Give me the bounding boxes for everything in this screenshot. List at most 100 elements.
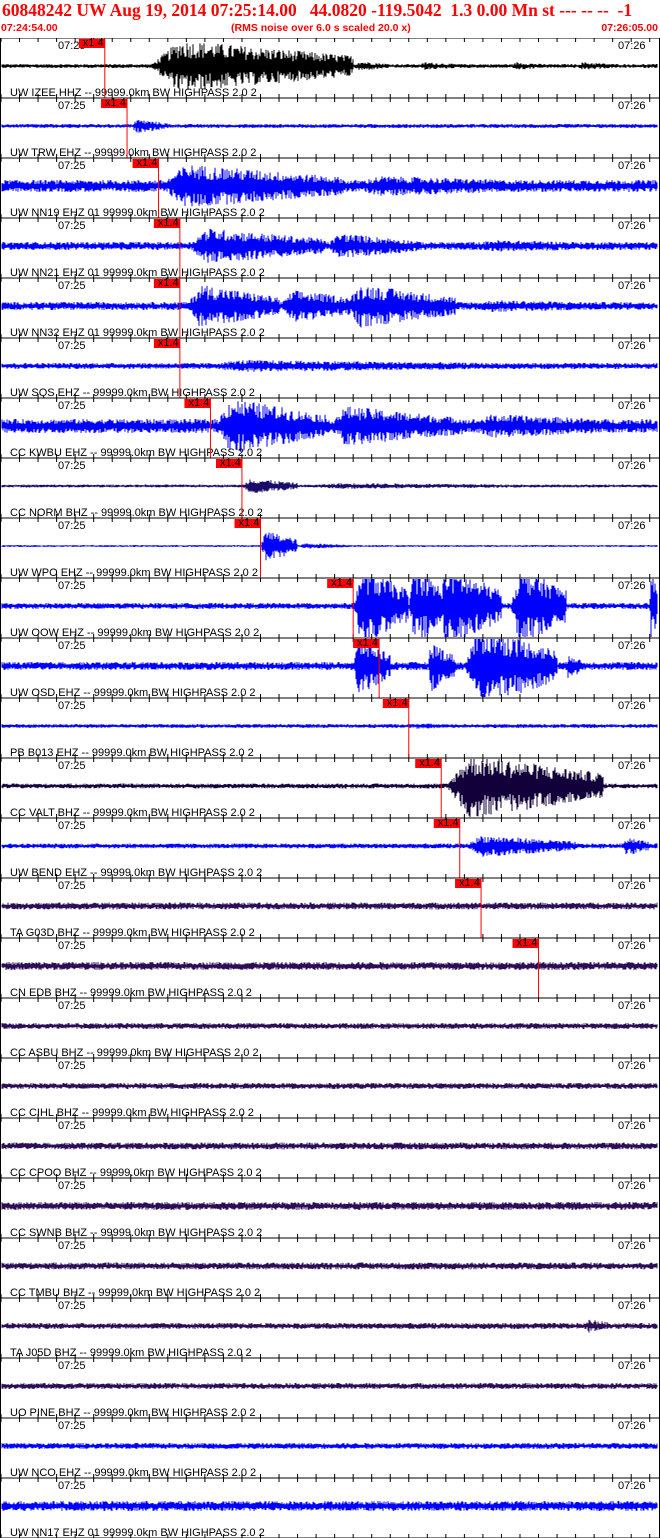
trace-panel: 07:25 07:26 CC VALT BHZ -- 99999.0km BW HI… bbox=[0, 757, 660, 819]
trace-panel: 07:25 07:26 CC SWNB BHZ -- 99999.0km BW HI… bbox=[0, 1177, 660, 1239]
time-tick-label: 07:26 bbox=[618, 640, 646, 652]
trace-panel: 07:25 07:26 TA J05D BHZ -- 99999.0km BW HI… bbox=[0, 1297, 660, 1359]
station-label: UO PINE BHZ -- 99999.0km BW HIGHPASS 2.0… bbox=[10, 1407, 256, 1419]
trace-panel: 07:25 07:26 UW WPO EHZ -- 99999.0km BW HIG… bbox=[0, 517, 660, 579]
trace-panel: 07:25 07:26 UW TRW EHZ -- 99999.0km BW HIG… bbox=[0, 97, 660, 159]
waveform-trace bbox=[1, 1202, 658, 1210]
station-label: CN EDB BHZ -- 99999.0km BW HIGHPASS 2.0 … bbox=[10, 987, 252, 999]
station-label: CC TMBU BHZ -- 99999.0km BW HIGHPASS 2.0… bbox=[10, 1287, 260, 1299]
station-label: UW NCO EHZ -- 99999.0km BW HIGHPASS 2.0 … bbox=[10, 1467, 256, 1479]
time-tick-label: 07:25 bbox=[58, 580, 86, 592]
phase-pick-label: x1.4 bbox=[105, 97, 126, 109]
time-tick-label: 07:26 bbox=[618, 1180, 646, 1192]
trace-panel: 07:25 07:26 TA G03D BHZ -- 99999.0km BW HI… bbox=[0, 877, 660, 939]
station-label: TA J05D BHZ -- 99999.0km BW HIGHPASS 2.0… bbox=[10, 1347, 252, 1359]
waveform-trace bbox=[1, 1319, 658, 1333]
trace-panel: 07:25 07:26 UW OSD EHZ -- 99999.0km BW HIG… bbox=[0, 637, 660, 699]
time-tick-label: 07:26 bbox=[618, 880, 646, 892]
trace-stack: 07:25 07:26 UW IZEE HHZ -- 99999.0km BW HI… bbox=[0, 38, 660, 1538]
waveform-trace bbox=[1, 902, 658, 910]
time-tick-label: 07:26 bbox=[618, 520, 646, 532]
station-label: UW OSD EHZ -- 99999.0km BW HIGHPASS 2.0 … bbox=[10, 687, 256, 699]
waveform-trace bbox=[1, 836, 658, 857]
time-tick-label: 07:26 bbox=[618, 940, 646, 952]
phase-pick-label: x1.4 bbox=[459, 877, 480, 889]
station-label: CC VALT BHZ -- 99999.0km BW HIGHPASS 2.0… bbox=[10, 807, 255, 819]
time-tick-label: 07:26 bbox=[618, 280, 646, 292]
waveform-trace bbox=[1, 1262, 658, 1270]
trace-panel: 07:25 07:26 CC CPOO BHZ -- 99999.0km BW HI… bbox=[0, 1117, 660, 1179]
trace-panel: 07:25 07:26 UW BEND EHZ -- 99999.0km BW HI… bbox=[0, 817, 660, 879]
time-tick-label: 07:25 bbox=[58, 700, 86, 712]
time-tick-label: 07:26 bbox=[618, 460, 646, 472]
time-tick-label: 07:25 bbox=[58, 640, 86, 652]
time-tick-label: 07:25 bbox=[58, 760, 86, 772]
station-label: UW NN17 EHZ 01 99999.0km BW HIGHPASS 2.0… bbox=[10, 1527, 265, 1538]
time-tick-label: 07:26 bbox=[618, 1120, 646, 1132]
time-tick-label: 07:25 bbox=[58, 520, 86, 532]
time-tick-label: 07:25 bbox=[58, 460, 86, 472]
waveform-trace bbox=[1, 723, 658, 729]
phase-pick-label: x1.4 bbox=[387, 697, 408, 709]
time-tick-label: 07:26 bbox=[618, 220, 646, 232]
time-tick-label: 07:26 bbox=[618, 1360, 646, 1372]
phase-pick-label: x1.4 bbox=[331, 577, 352, 589]
time-tick-label: 07:26 bbox=[618, 1480, 646, 1492]
time-tick-label: 07:26 bbox=[618, 820, 646, 832]
station-label: UW OOW EHZ -- 99999.0km BW HIGHPASS 2.0 … bbox=[10, 627, 259, 639]
time-tick-label: 07:25 bbox=[58, 880, 86, 892]
trace-panel: 07:25 07:26 UW NN19 EHZ 01 99999.0km BW HI… bbox=[0, 157, 660, 219]
time-tick-label: 07:25 bbox=[58, 1000, 86, 1012]
trace-panel: 07:25 07:26 UW OOW EHZ -- 99999.0km BW HIG… bbox=[0, 577, 660, 639]
waveform-trace bbox=[1, 532, 658, 561]
time-tick-label: 07:26 bbox=[618, 340, 646, 352]
station-label: UW NN32 EHZ 01 99999.0km BW HIGHPASS 2.0… bbox=[10, 327, 265, 339]
trace-panel: 07:25 07:26 CC TMBU BHZ -- 99999.0km BW HI… bbox=[0, 1237, 660, 1299]
waveform-trace bbox=[1, 962, 658, 970]
phase-pick-label: x1.4 bbox=[419, 757, 440, 769]
waveform-trace bbox=[1, 1023, 658, 1029]
station-label: UW BEND EHZ -- 99999.0km BW HIGHPASS 2.0… bbox=[10, 867, 262, 879]
waveform-trace bbox=[1, 1083, 658, 1089]
time-tick-label: 07:26 bbox=[618, 580, 646, 592]
trace-panel: 07:25 07:26 CC CIHL BHZ -- 99999.0km BW HI… bbox=[0, 1057, 660, 1119]
start-time-label: 07:24:54.00 bbox=[1, 22, 58, 34]
time-tick-label: 07:25 bbox=[58, 1240, 86, 1252]
station-label: UW SQS EHZ -- 99999.0km BW HIGHPASS 2.0 … bbox=[10, 387, 255, 399]
station-label: PB B013 EHZ -- 99999.0km BW HIGHPASS 2.0… bbox=[10, 747, 254, 759]
time-tick-label: 07:26 bbox=[618, 160, 646, 172]
station-label: CC SWNB BHZ -- 99999.0km BW HIGHPASS 2.0… bbox=[10, 1227, 262, 1239]
time-tick-label: 07:25 bbox=[58, 1300, 86, 1312]
time-tick-label: 07:25 bbox=[58, 1060, 86, 1072]
station-label: CC CPOO BHZ -- 99999.0km BW HIGHPASS 2.0… bbox=[10, 1167, 262, 1179]
phase-pick-label: x1.4 bbox=[137, 157, 158, 169]
trace-panel: 07:25 07:26 UW NCO EHZ -- 99999.0km BW HIG… bbox=[0, 1417, 660, 1479]
waveform-trace bbox=[1, 165, 658, 207]
trace-panel: 07:25 07:26 UW NN32 EHZ 01 99999.0km BW HI… bbox=[0, 277, 660, 339]
station-label: UW WPO EHZ -- 99999.0km BW HIGHPASS 2.0 … bbox=[10, 567, 258, 579]
trace-panel: 07:25 07:26CC KWBU EHZ -- 99999.0km BW HI… bbox=[0, 397, 660, 459]
waveform-trace bbox=[1, 1142, 658, 1150]
waveform-trace bbox=[1, 1501, 658, 1511]
waveform-trace bbox=[1, 1443, 658, 1449]
time-tick-label: 07:26 bbox=[618, 1060, 646, 1072]
trace-panel: 07:25 07:26 UW SQS EHZ -- 99999.0km BW HIG… bbox=[0, 337, 660, 399]
waveform-trace bbox=[1, 120, 658, 133]
time-tick-label: 07:25 bbox=[58, 1120, 86, 1132]
phase-pick-label: x1.4 bbox=[188, 397, 209, 409]
time-tick-label: 07:26 bbox=[618, 1300, 646, 1312]
time-tick-label: 07:25 bbox=[58, 1180, 86, 1192]
station-label: CC NORM BHZ -- 99999.0km BW HIGHPASS 2.0… bbox=[10, 507, 263, 519]
end-time-label: 07:26:05.00 bbox=[601, 22, 658, 34]
phase-pick-label: x1.4 bbox=[220, 457, 241, 469]
waveform-trace bbox=[1, 285, 658, 328]
rms-scaling-note: (RMS noise over 6.0 s scaled 20.0 x) bbox=[231, 22, 411, 34]
time-tick-label: 07:25 bbox=[58, 280, 86, 292]
station-label: UW IZEE HHZ -- 99999.0km BW HIGHPASS 2.0… bbox=[10, 87, 257, 99]
event-title: 60848242 UW Aug 19, 2014 07:25:14.00 44.… bbox=[2, 0, 633, 20]
station-label: UW NN19 EHZ 01 99999.0km BW HIGHPASS 2.0… bbox=[10, 207, 265, 219]
trace-panel: 07:25 07:26 CN EDB BHZ -- 99999.0km BW HIG… bbox=[0, 937, 660, 999]
trace-panel: 07:25 07:26 UO PINE BHZ -- 99999.0km BW HI… bbox=[0, 1357, 660, 1419]
phase-pick-label: x1.4 bbox=[158, 337, 179, 349]
station-label: UW NN21 EHZ 01 99999.0km BW HIGHPASS 2.0… bbox=[10, 267, 265, 279]
